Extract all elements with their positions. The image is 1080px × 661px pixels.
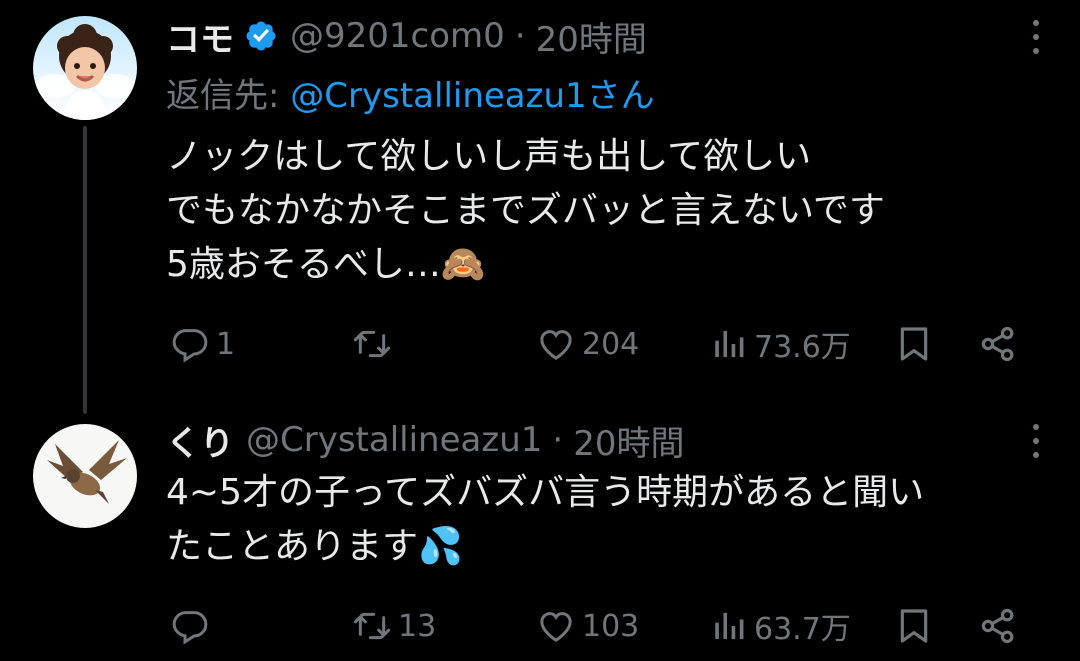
tweet-text-line: 5歳おそるべし…🙈 xyxy=(166,244,486,285)
view-count: 73.6万 xyxy=(754,330,851,365)
tweet-text: 4~5才の子ってズバズバ言う時期があると聞い たことあります💦 xyxy=(166,466,924,574)
share-button[interactable] xyxy=(978,602,1018,650)
tweet-header: コモ @9201com0 · 20時間 xyxy=(166,12,647,60)
share-icon xyxy=(981,608,1014,644)
bookmark-button[interactable] xyxy=(894,320,934,368)
display-name[interactable]: コモ xyxy=(166,12,234,61)
reply-to-line: 返信先: @Crystallineazu1さん xyxy=(166,68,655,117)
reply-button[interactable]: 1 xyxy=(170,320,235,368)
view-count: 63.7万 xyxy=(754,612,851,647)
retweet-icon xyxy=(353,330,391,358)
views-icon xyxy=(715,612,744,640)
views-button[interactable]: 73.6万 xyxy=(712,320,851,368)
reply-button[interactable] xyxy=(170,602,216,650)
bookmark-icon xyxy=(900,609,928,643)
retweet-count: 13 xyxy=(398,608,437,644)
separator-dot: · xyxy=(552,420,564,460)
share-icon xyxy=(981,326,1014,362)
like-button[interactable]: 103 xyxy=(536,602,639,650)
more-options-icon[interactable] xyxy=(1032,20,1040,54)
timestamp[interactable]: 20時間 xyxy=(536,12,647,61)
display-name[interactable]: くり xyxy=(166,416,234,465)
separator-dot: · xyxy=(514,16,526,56)
thread-line xyxy=(83,126,87,414)
bookmark-icon xyxy=(900,327,928,361)
views-button[interactable]: 63.7万 xyxy=(712,602,851,650)
sparrow-avatar-icon xyxy=(47,440,127,504)
views-icon xyxy=(715,330,744,358)
reply-icon xyxy=(172,329,208,363)
tweet-text-line: 4~5才の子ってズバズバ言う時期があると聞い xyxy=(166,472,925,513)
retweet-button[interactable] xyxy=(352,320,398,368)
avatar[interactable] xyxy=(33,16,137,120)
like-button[interactable]: 204 xyxy=(536,320,639,368)
verified-badge-icon[interactable] xyxy=(244,19,278,53)
tweet-text: ノックはして欲しいし声も出して欲しい でもなかなかそこまでズバッと言えないです … xyxy=(166,130,885,292)
tweet[interactable]: コモ @9201com0 · 20時間 返信先: @Crystallineazu… xyxy=(0,0,1080,414)
retweet-icon xyxy=(353,612,391,640)
like-icon xyxy=(540,330,572,360)
timestamp[interactable]: 20時間 xyxy=(573,416,684,465)
action-bar: 1 204 73.6万 xyxy=(166,320,1046,368)
bookmark-button[interactable] xyxy=(894,602,934,650)
user-handle[interactable]: @Crystallineazu1 xyxy=(246,420,542,460)
user-handle[interactable]: @9201com0 xyxy=(290,16,505,56)
more-options-icon[interactable] xyxy=(1032,424,1040,458)
baby-avatar-icon xyxy=(35,24,135,120)
like-icon xyxy=(540,612,572,642)
reply-to-label: 返信先: xyxy=(166,76,280,116)
tweet-header: くり @Crystallineazu1 · 20時間 xyxy=(166,416,684,464)
share-button[interactable] xyxy=(978,320,1018,368)
tweet[interactable]: くり @Crystallineazu1 · 20時間 4~5才の子ってズバズバ言… xyxy=(0,400,1080,661)
like-count: 204 xyxy=(582,326,640,362)
retweet-button[interactable]: 13 xyxy=(352,602,436,650)
reply-icon xyxy=(172,611,208,645)
tweet-text-line: たことあります💦 xyxy=(166,526,463,567)
avatar[interactable] xyxy=(33,424,137,528)
reply-to-mention[interactable]: @Crystallineazu1さん xyxy=(290,76,654,116)
reply-count: 1 xyxy=(216,326,236,362)
action-bar: 13 103 63.7万 xyxy=(166,602,1046,650)
tweet-text-line: でもなかなかそこまでズバッと言えないです xyxy=(166,190,885,231)
tweet-text-line: ノックはして欲しいし声も出して欲しい xyxy=(166,136,812,177)
like-count: 103 xyxy=(582,608,640,644)
